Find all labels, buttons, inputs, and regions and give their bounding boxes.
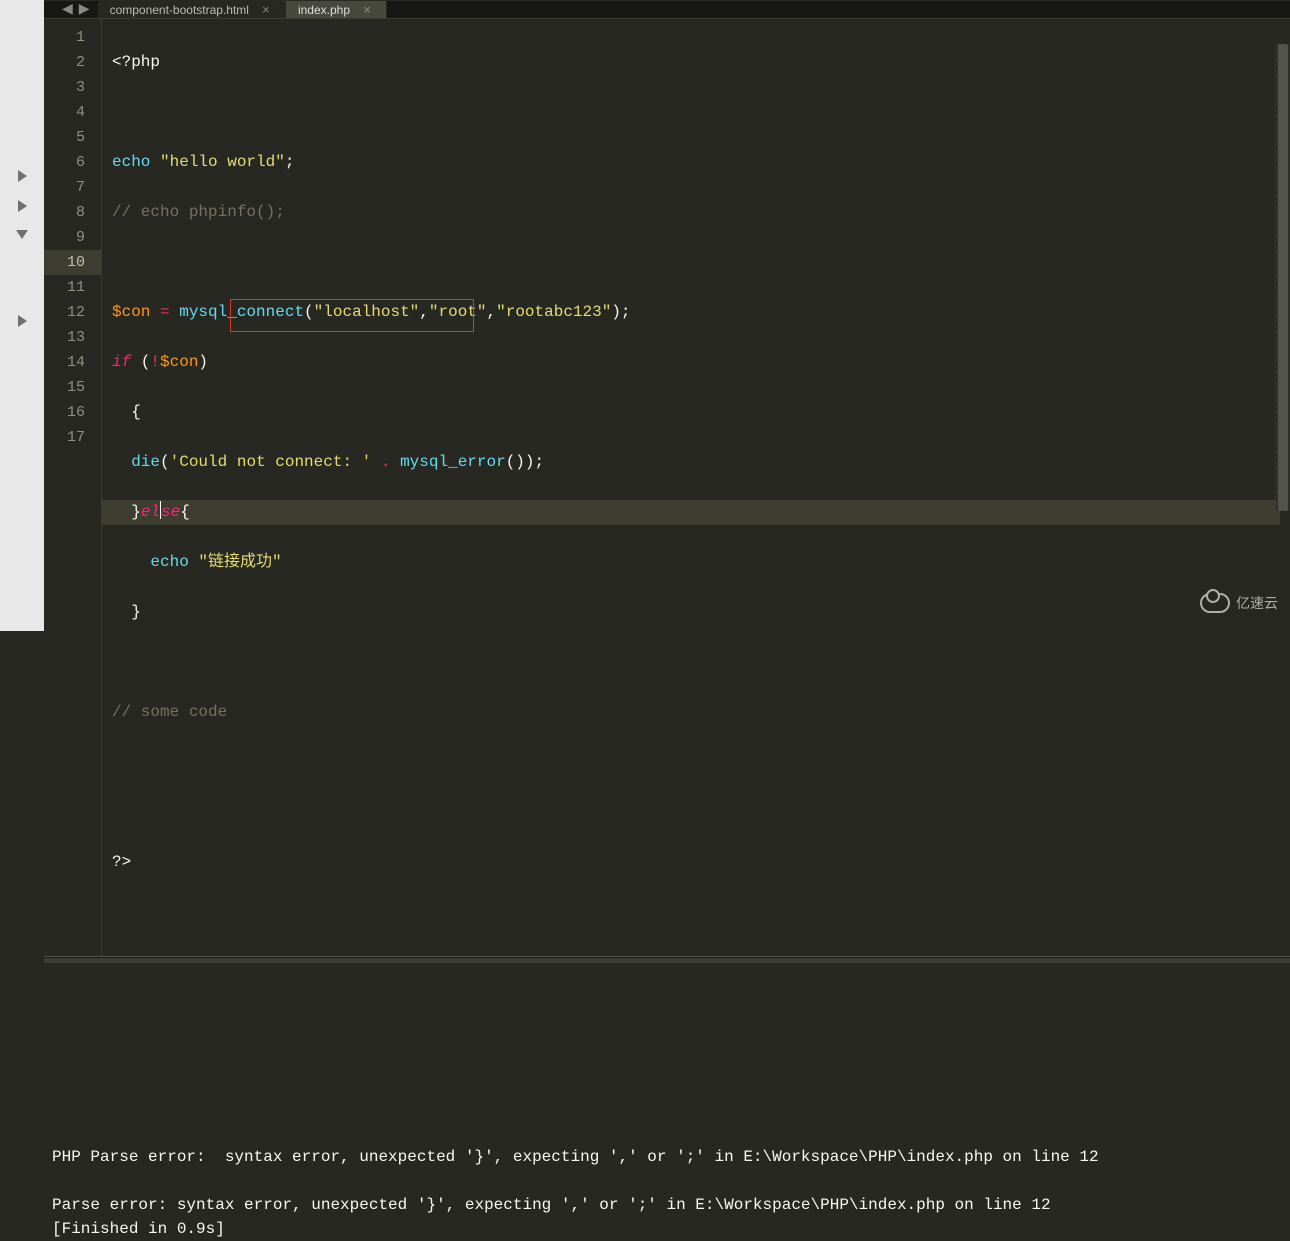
line-number: 13: [44, 325, 85, 350]
code-line: [112, 100, 1280, 125]
scrollbar-thumb[interactable]: [1278, 44, 1288, 511]
editor-window: ◀ ▶ component-bootstrap.html × index.php…: [44, 0, 1290, 631]
line-number-gutter: 1 2 3 4 5 6 7 8 9 10 11 12 13 14 15 16 1…: [44, 19, 102, 956]
line-number: 15: [44, 375, 85, 400]
code-line: [112, 800, 1280, 825]
code-line: <?php: [112, 50, 1280, 75]
code-line: ?>: [112, 850, 1280, 875]
line-number: 17: [44, 425, 85, 450]
code-content[interactable]: <?php echo "hello world"; // echo phpinf…: [102, 19, 1290, 956]
line-number: 12: [44, 300, 85, 325]
editor-area[interactable]: 1 2 3 4 5 6 7 8 9 10 11 12 13 14 15 16 1…: [44, 18, 1290, 956]
line-number: 2: [44, 50, 85, 75]
vertical-scrollbar[interactable]: [1276, 44, 1290, 511]
line-number: 14: [44, 350, 85, 375]
tab-bar: ◀ ▶ component-bootstrap.html × index.php…: [44, 1, 1290, 18]
close-icon[interactable]: ×: [360, 3, 374, 17]
line-number: 5: [44, 125, 85, 150]
console-divider[interactable]: [44, 957, 1290, 963]
code-line: [112, 650, 1280, 675]
line-number: 3: [44, 75, 85, 100]
code-line: [112, 250, 1280, 275]
line-number: 7: [44, 175, 85, 200]
code-line: {: [112, 400, 1280, 425]
code-line-current: }else{: [102, 500, 1280, 525]
minimap-edge: [1273, 44, 1276, 504]
fold-marker-open-icon[interactable]: [16, 230, 28, 239]
code-line: die('Could not connect: ' . mysql_error(…: [112, 450, 1280, 475]
line-number: 9: [44, 225, 85, 250]
fold-marker-icon[interactable]: [18, 200, 27, 212]
line-number: 4: [44, 100, 85, 125]
tab-navigation: ◀ ▶: [54, 1, 98, 18]
tab-index-php[interactable]: index.php ×: [286, 1, 387, 18]
left-gutter-strip: [0, 0, 44, 631]
close-icon[interactable]: ×: [259, 3, 273, 17]
code-line: if (!$con): [112, 350, 1280, 375]
fold-marker-icon[interactable]: [18, 170, 27, 182]
fold-marker-icon[interactable]: [18, 315, 27, 327]
line-number: 8: [44, 200, 85, 225]
code-line: echo "hello world";: [112, 150, 1280, 175]
line-number-current: 10: [44, 250, 101, 275]
code-line: }: [112, 600, 1280, 625]
code-line: echo "链接成功": [112, 550, 1280, 575]
tab-label: component-bootstrap.html: [110, 3, 249, 17]
tab-next-icon[interactable]: ▶: [79, 1, 90, 18]
tab-component-bootstrap[interactable]: component-bootstrap.html ×: [98, 1, 286, 18]
code-line: [112, 750, 1280, 775]
tab-label: index.php: [298, 3, 350, 17]
output-console[interactable]: PHP Parse error: syntax error, unexpecte…: [44, 956, 1290, 1072]
code-line: $con = mysql_connect("localhost","root",…: [112, 300, 1280, 325]
code-line: // echo phpinfo();: [112, 200, 1280, 225]
tab-prev-icon[interactable]: ◀: [62, 1, 73, 18]
line-number: 11: [44, 275, 85, 300]
line-number: 16: [44, 400, 85, 425]
line-number: 1: [44, 25, 85, 50]
code-line: // some code: [112, 700, 1280, 725]
line-number: 6: [44, 150, 85, 175]
